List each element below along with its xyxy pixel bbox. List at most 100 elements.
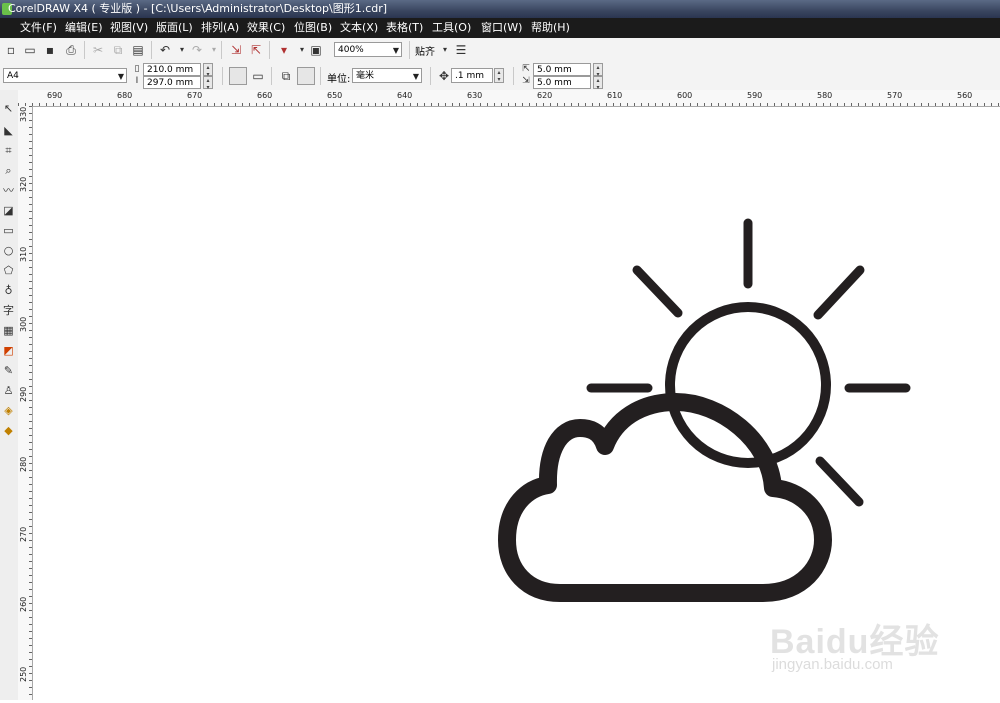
menu-arrange[interactable]: 排列(A): [201, 18, 239, 38]
ruler-label: 300: [19, 316, 28, 332]
landscape-icon[interactable]: ▭: [250, 68, 266, 84]
menu-help[interactable]: 帮助(H): [531, 18, 570, 38]
nudge-offset-icon: ✥: [438, 69, 450, 83]
toolbar-divider: [269, 41, 270, 59]
ruler-tick: [29, 106, 32, 107]
portrait-button[interactable]: [229, 67, 247, 85]
export-icon[interactable]: ⇱: [248, 42, 264, 58]
page-width-spinner[interactable]: ▴ ▾: [203, 63, 213, 78]
interactive-fill-tool-icon[interactable]: ◆: [1, 422, 16, 440]
nudge-spinner[interactable]: ▴ ▾: [494, 68, 504, 83]
options-icon[interactable]: ☰: [453, 42, 469, 58]
ruler-tick: [186, 103, 187, 106]
ruler-tick: [151, 103, 152, 106]
ruler-tick: [879, 103, 880, 106]
ruler-tick: [662, 103, 663, 106]
ruler-tick: [81, 103, 82, 106]
interactive-blend-tool-icon[interactable]: ◩: [1, 342, 16, 360]
ellipse-tool-icon[interactable]: ○: [1, 242, 16, 260]
ruler-tick: [935, 103, 936, 106]
ruler-tick: [29, 351, 32, 352]
save-icon[interactable]: ▪: [42, 42, 58, 58]
ruler-tick: [29, 211, 32, 212]
ruler-tick: [29, 666, 32, 667]
text-tool-icon[interactable]: 字: [1, 302, 16, 320]
all-pages-icon[interactable]: ⧉: [278, 68, 294, 84]
smart-fill-tool-icon[interactable]: ◪: [1, 202, 16, 220]
duplicate-y-field[interactable]: 5.0 mm: [533, 76, 591, 89]
open-folder-icon[interactable]: ▭: [22, 42, 38, 58]
import-icon[interactable]: ⇲: [228, 42, 244, 58]
pick-tool-icon[interactable]: ↖: [1, 100, 16, 118]
ruler-tick: [515, 103, 516, 106]
menu-effects[interactable]: 效果(C): [247, 18, 285, 38]
nudge-distance-field[interactable]: .1 mm: [451, 68, 493, 83]
ruler-tick: [29, 505, 32, 506]
menu-layout[interactable]: 版面(L): [156, 18, 193, 38]
menu-window[interactable]: 窗口(W): [481, 18, 522, 38]
units-select[interactable]: 毫米 ▼: [352, 68, 422, 83]
basic-shapes-tool-icon[interactable]: ♁: [1, 282, 16, 300]
cloud-outline[interactable]: [498, 393, 832, 602]
rectangle-tool-icon[interactable]: ▭: [1, 222, 16, 240]
duplicate-x-spinner[interactable]: ▴ ▾: [593, 63, 603, 78]
new-document-icon[interactable]: ▫: [3, 42, 19, 58]
ruler-tick: [921, 103, 922, 106]
current-page-button[interactable]: [297, 67, 315, 85]
horizontal-ruler[interactable]: 690 680 670 660 650 640 630 620 610 600 …: [18, 90, 1000, 107]
snap-to-button[interactable]: 贴齐: [415, 43, 435, 58]
copy-icon[interactable]: ⧉: [110, 42, 126, 58]
duplicate-x-field[interactable]: 5.0 mm: [533, 63, 591, 76]
menu-bitmaps[interactable]: 位图(B): [294, 18, 332, 38]
sun-ray[interactable]: [813, 265, 865, 320]
page-size-select[interactable]: A4 ▼: [3, 68, 127, 83]
cut-icon[interactable]: ✂: [90, 42, 106, 58]
ruler-tick: [60, 103, 61, 106]
shape-tool-icon[interactable]: ◣: [1, 122, 16, 140]
paste-icon[interactable]: ▤: [130, 42, 146, 58]
ruler-tick: [39, 103, 40, 106]
ruler-tick: [998, 103, 999, 106]
redo-dropdown-icon[interactable]: ▾: [206, 42, 222, 58]
table-tool-icon[interactable]: ▦: [1, 322, 16, 340]
outline-tool-icon[interactable]: ♙: [1, 382, 16, 400]
sun-ray[interactable]: [632, 265, 683, 318]
zoom-tool-icon[interactable]: ⌕: [1, 162, 16, 180]
ruler-tick: [130, 103, 131, 106]
ruler-tick: [29, 302, 32, 303]
ruler-tick: [830, 103, 831, 106]
crop-tool-icon[interactable]: ⌗: [1, 142, 16, 160]
ruler-label: 680: [117, 91, 133, 100]
page-height-spinner[interactable]: ▴ ▾: [203, 76, 213, 91]
eyedropper-tool-icon[interactable]: ✎: [1, 362, 16, 380]
snap-dropdown-icon[interactable]: ▾: [437, 42, 453, 58]
page-width-field[interactable]: 210.0 mm: [143, 63, 201, 76]
page-height-field[interactable]: 297.0 mm: [143, 76, 201, 89]
ruler-tick: [445, 103, 446, 106]
sun-ray[interactable]: [815, 456, 864, 507]
menu-table[interactable]: 表格(T): [386, 18, 423, 38]
ruler-tick: [29, 596, 32, 597]
menu-tools[interactable]: 工具(O): [432, 18, 471, 38]
ruler-tick: [29, 694, 32, 695]
ruler-tick: [529, 103, 530, 106]
welcome-screen-icon[interactable]: ▣: [308, 42, 324, 58]
application-launcher-icon[interactable]: ▾: [276, 42, 292, 58]
menu-file[interactable]: 文件(F): [20, 18, 57, 38]
ruler-tick: [396, 103, 397, 106]
ruler-tick: [613, 103, 614, 106]
undo-dropdown-icon[interactable]: ▾: [174, 42, 190, 58]
ruler-tick: [389, 103, 390, 106]
print-icon[interactable]: ⎙: [63, 42, 79, 58]
redo-icon[interactable]: ↷: [189, 42, 205, 58]
vertical-ruler[interactable]: 330 320 310 300 290 280 270 260 250: [18, 106, 33, 700]
duplicate-y-spinner[interactable]: ▴ ▾: [593, 76, 603, 91]
menu-edit[interactable]: 编辑(E): [65, 18, 103, 38]
freehand-tool-icon[interactable]: 〰: [1, 182, 16, 200]
zoom-level-select[interactable]: 400% ▼: [334, 42, 402, 57]
polygon-tool-icon[interactable]: ⬠: [1, 262, 16, 280]
menu-text[interactable]: 文本(X): [340, 18, 378, 38]
menu-view[interactable]: 视图(V): [110, 18, 148, 38]
fill-tool-icon[interactable]: ◈: [1, 402, 16, 420]
undo-icon[interactable]: ↶: [157, 42, 173, 58]
